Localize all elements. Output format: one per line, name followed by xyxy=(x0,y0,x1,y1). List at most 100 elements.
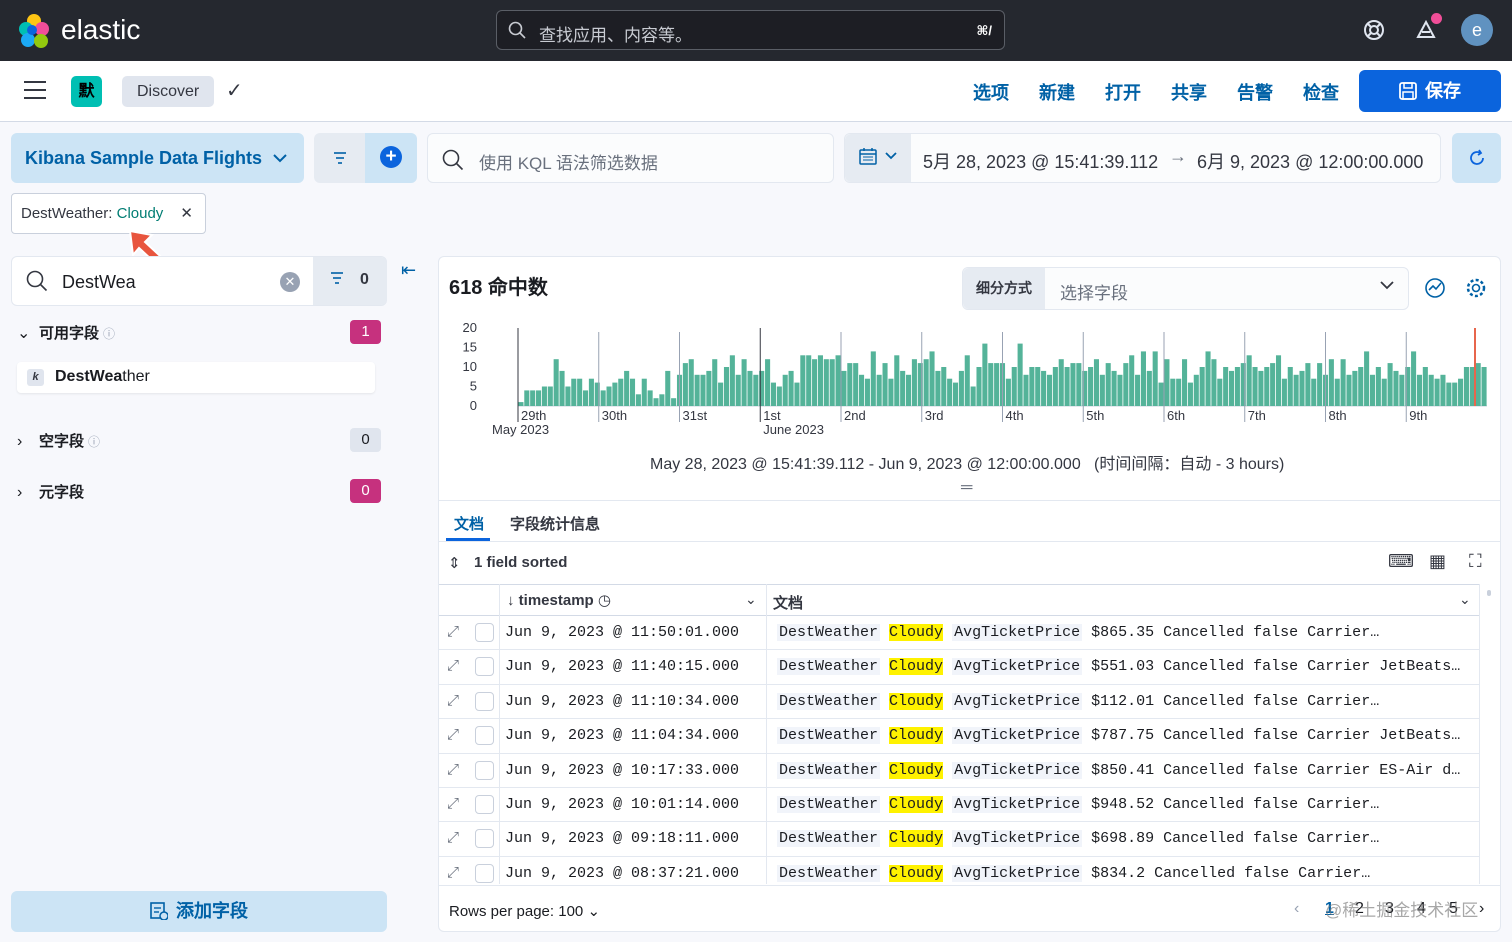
histogram-bar xyxy=(524,390,530,406)
empty-fields-count: 0 xyxy=(350,428,381,452)
histogram-bar xyxy=(530,390,536,406)
row-checkbox[interactable] xyxy=(475,623,494,642)
divider xyxy=(439,500,1500,501)
expand-icon[interactable]: ⤢ xyxy=(447,761,459,778)
rows-per-page-select[interactable]: Rows per page: 100 ⌄ xyxy=(449,902,600,920)
collapse-sidebar-icon[interactable]: ⇤ xyxy=(401,260,416,281)
histogram-bar xyxy=(1017,343,1023,406)
histogram-bar xyxy=(1399,374,1405,406)
histogram-bar xyxy=(1317,363,1323,406)
refresh-icon xyxy=(1469,149,1484,165)
table-row[interactable]: ⤢ Jun 9, 2023 @ 09:18:11.000 DestWeather C… xyxy=(439,822,1480,857)
keyboard-icon[interactable]: ⌨ xyxy=(1388,551,1414,572)
new-link[interactable]: 新建 xyxy=(1039,79,1075,105)
row-checkbox[interactable] xyxy=(475,863,494,883)
table-row[interactable]: ⤢ Jun 9, 2023 @ 11:04:34.000 DestWeather C… xyxy=(439,719,1480,754)
inspect-link[interactable]: 检查 xyxy=(1303,79,1339,105)
histogram-bar xyxy=(553,359,559,406)
field-search-input[interactable]: DestWea ✕ 0 xyxy=(11,256,387,306)
open-link[interactable]: 打开 xyxy=(1105,79,1141,105)
add-field-button[interactable]: 添加字段 xyxy=(11,891,387,932)
row-checkbox[interactable] xyxy=(475,795,494,814)
resize-handle-icon[interactable]: ═ xyxy=(961,479,972,497)
table-row[interactable]: ⤢ Jun 9, 2023 @ 10:01:14.000 DestWeather C… xyxy=(439,788,1480,823)
save-button[interactable]: 保存 xyxy=(1359,70,1501,112)
expand-icon[interactable]: ⤢ xyxy=(447,657,459,674)
watermark: @稀土掘金技术社区 xyxy=(1325,901,1479,920)
expand-icon[interactable]: ⤢ xyxy=(447,726,459,743)
field-key: DestWeather xyxy=(777,624,881,641)
kql-query-input[interactable]: 使用 KQL 语法筛选数据 xyxy=(427,133,834,183)
chevron-down-icon[interactable]: ⌄ xyxy=(1459,591,1471,608)
histogram-bar xyxy=(559,370,565,406)
available-fields-toggle[interactable]: ⌄ 可用字段 ⓘ xyxy=(17,322,115,343)
chevron-down-icon[interactable]: ⌄ xyxy=(745,591,757,608)
expand-icon[interactable]: ⤢ xyxy=(447,864,459,881)
table-row[interactable]: ⤢ Jun 9, 2023 @ 10:17:33.000 DestWeather C… xyxy=(439,754,1480,788)
histogram-chart[interactable]: 20 15 10 5 0 29th 30th 31st 1st 2nd 3rd 4th 5th 6th 7t… xyxy=(455,318,1495,443)
histogram-bar xyxy=(753,374,759,406)
density-icon[interactable]: ▦ xyxy=(1429,551,1446,572)
field-item-destweather[interactable]: k DestWeather xyxy=(17,362,375,393)
date-picker[interactable]: 5月 28, 2023 @ 15:41:39.112 → 6月 9, 2023 … xyxy=(844,133,1441,183)
histogram-bar xyxy=(1234,367,1240,406)
space-avatar[interactable]: 默 xyxy=(71,76,102,107)
fullscreen-icon[interactable]: ⛶ xyxy=(1469,551,1482,572)
tab-documents[interactable]: 文档 xyxy=(454,513,484,534)
document-column-header[interactable]: 文档 xyxy=(773,592,803,613)
table-row[interactable]: ⤢ Jun 9, 2023 @ 11:40:15.000 DestWeather C… xyxy=(439,650,1480,685)
empty-fields-toggle[interactable]: › 空字段 ⓘ xyxy=(17,430,100,451)
help-icon[interactable] xyxy=(1358,14,1390,46)
row-checkbox[interactable] xyxy=(475,691,494,711)
user-avatar[interactable]: e xyxy=(1461,14,1493,46)
row-checkbox[interactable] xyxy=(475,657,494,677)
breakdown-placeholder: 选择字段 xyxy=(1060,284,1128,303)
gear-icon[interactable] xyxy=(1465,277,1487,305)
table-row[interactable]: ⤢ Jun 9, 2023 @ 11:50:01.000 DestWeather C… xyxy=(439,616,1480,651)
filter-menu-button[interactable] xyxy=(314,133,365,183)
close-icon[interactable]: ✕ xyxy=(180,194,193,233)
meta-fields-toggle[interactable]: › 元字段 xyxy=(17,481,84,502)
alerts-link[interactable]: 告警 xyxy=(1237,79,1273,105)
expand-icon[interactable]: ⤢ xyxy=(447,829,459,846)
options-link[interactable]: 选项 xyxy=(973,79,1009,105)
prev-page-icon[interactable]: ‹ xyxy=(1294,900,1299,918)
sort-status[interactable]: 1 field sorted xyxy=(474,554,567,571)
elastic-logo-icon[interactable] xyxy=(18,13,54,49)
menu-toggle-icon[interactable] xyxy=(24,81,46,99)
add-filter-button[interactable]: + xyxy=(365,133,417,183)
scrollbar[interactable] xyxy=(1487,590,1491,596)
expand-icon[interactable]: ⤢ xyxy=(447,795,459,812)
field-type-filter-button[interactable]: 0 xyxy=(313,257,387,305)
histogram-bar xyxy=(518,402,524,406)
expand-icon[interactable]: ⤢ xyxy=(447,623,459,640)
row-checkbox[interactable] xyxy=(475,829,494,849)
start-date[interactable]: 5月 28, 2023 @ 15:41:39.112 xyxy=(923,148,1158,174)
quick-menu-button[interactable] xyxy=(845,134,911,182)
clear-icon[interactable]: ✕ xyxy=(280,272,300,292)
data-view-picker[interactable]: Kibana Sample Data Flights xyxy=(11,133,304,183)
row-checkbox[interactable] xyxy=(475,760,494,780)
share-link[interactable]: 共享 xyxy=(1171,79,1207,105)
histogram-bar xyxy=(1411,351,1417,406)
document-cell: DestWeather Cloudy AvgTicketPrice $787.7… xyxy=(777,727,1475,745)
breakdown-selector[interactable]: 细分方式 选择字段 xyxy=(962,267,1409,310)
histogram-bar xyxy=(1229,370,1235,406)
row-checkbox[interactable] xyxy=(475,726,494,746)
histogram-bar xyxy=(1176,378,1182,406)
table-row[interactable]: ⤢ Jun 9, 2023 @ 08:37:21.000 DestWeather C… xyxy=(439,857,1480,884)
sort-icon[interactable]: ⇕ xyxy=(448,554,461,572)
global-search-input[interactable]: 查找应用、内容等。 ⌘/ xyxy=(496,10,1005,50)
refresh-button[interactable] xyxy=(1452,133,1501,183)
end-date[interactable]: 6月 9, 2023 @ 12:00:00.000 xyxy=(1197,148,1423,174)
tab-field-statistics[interactable]: 字段统计信息 xyxy=(510,513,600,534)
expand-icon[interactable]: ⤢ xyxy=(447,692,459,709)
breadcrumb[interactable]: Discover xyxy=(122,76,215,107)
table-row[interactable]: ⤢ Jun 9, 2023 @ 11:10:34.000 DestWeather C… xyxy=(439,685,1480,720)
ai-assistant-icon[interactable] xyxy=(1424,277,1446,305)
timestamp-column-header[interactable]: ↓ timestamp ◷ xyxy=(507,591,611,609)
section-label: 可用字段 xyxy=(39,325,100,342)
elastic-logo-text[interactable]: elastic xyxy=(61,14,140,46)
next-page-icon[interactable]: › xyxy=(1479,900,1484,918)
histogram-bar xyxy=(659,394,665,406)
